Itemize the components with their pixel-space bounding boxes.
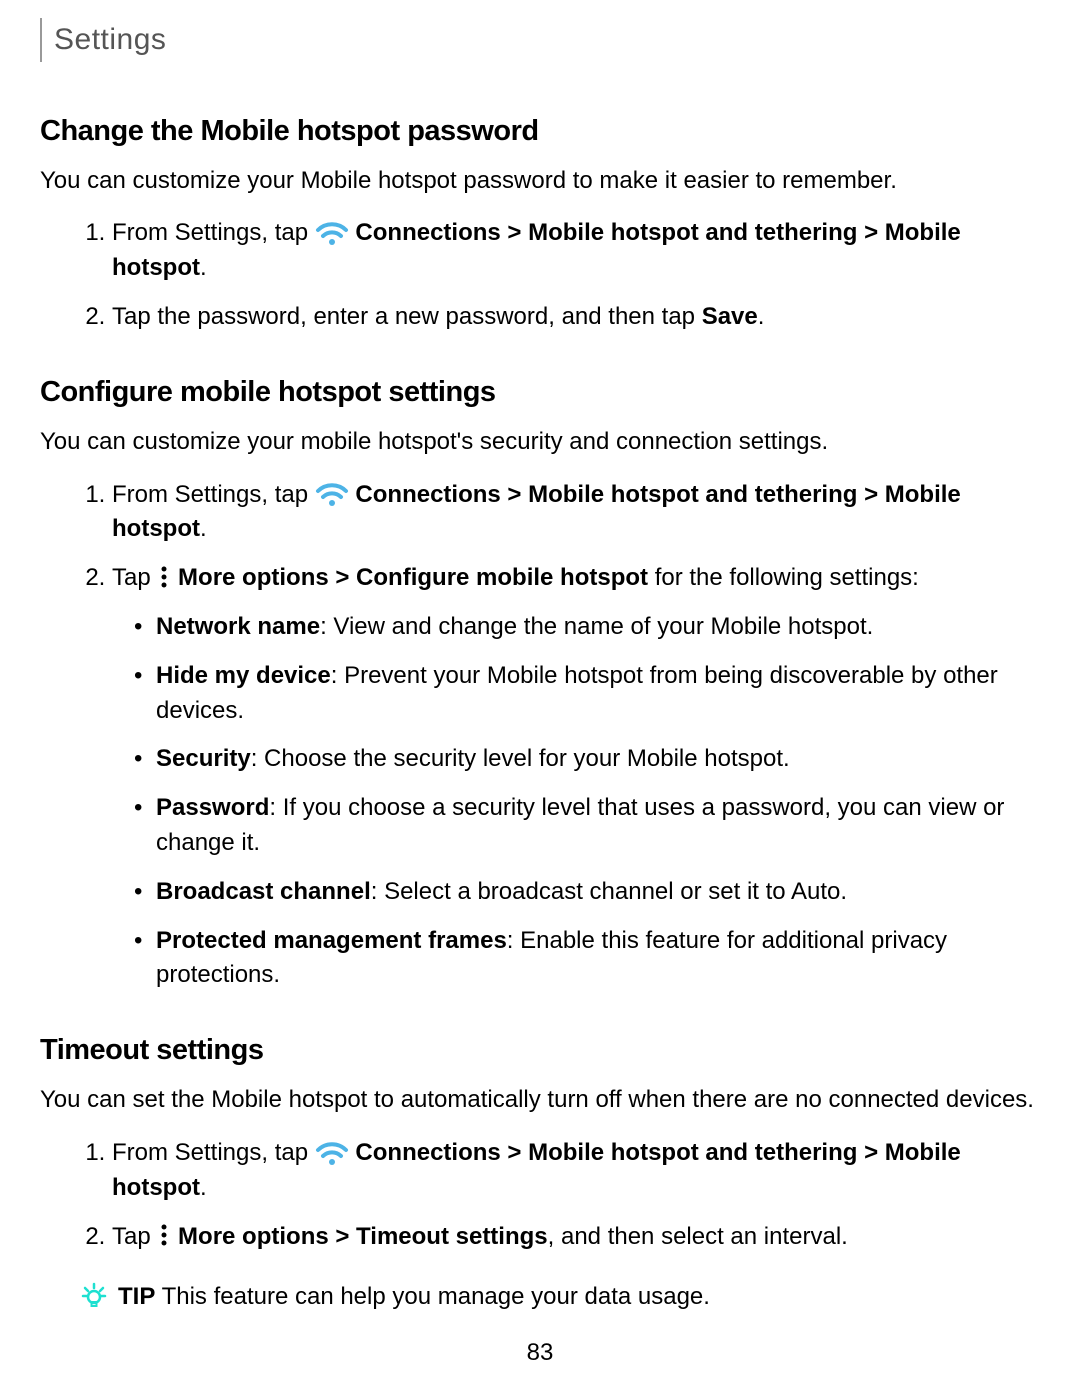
step-2: Tap More options > Timeout settings, and… [112,1220,1040,1255]
step1-prefix: From Settings, tap [112,481,315,508]
list-item: Broadcast channel: Select a broadcast ch… [140,875,1040,910]
lightbulb-icon [80,1282,108,1310]
steps-configure: From Settings, tap Connections > Mobile … [40,478,1040,994]
step2-b: > Configure mobile hotspot [329,564,648,591]
list-item: Network name: View and change the name o… [140,610,1040,645]
bullet-label: Protected management frames [156,927,507,954]
header-title: Settings [54,18,1040,62]
wifi-icon [315,479,349,507]
bullet-text: : Choose the security level for your Mob… [251,745,790,772]
tip-label: TIP [118,1283,155,1310]
bullet-label: Password [156,794,269,821]
period: . [200,515,207,542]
wifi-icon [315,1138,349,1166]
steps-change-password: From Settings, tap Connections > Mobile … [40,216,1040,334]
section-timeout: Timeout settings You can set the Mobile … [40,1029,1040,1315]
step-2: Tap the password, enter a new password, … [112,300,1040,335]
steps-timeout: From Settings, tap Connections > Mobile … [40,1136,1040,1254]
bullet-text: : If you choose a security level that us… [156,794,1004,856]
intro-change-password: You can customize your Mobile hotspot pa… [40,164,1040,199]
page-header: Settings [40,18,1040,62]
step2-b: Save [702,303,758,330]
intro-timeout: You can set the Mobile hotspot to automa… [40,1083,1040,1118]
more-options-icon [157,1223,171,1247]
list-item: Protected management frames: Enable this… [140,924,1040,994]
step2-b: > Timeout settings [329,1223,548,1250]
heading-configure: Configure mobile hotspot settings [40,371,1040,413]
list-item: Security: Choose the security level for … [140,742,1040,777]
step-1: From Settings, tap Connections > Mobile … [112,1136,1040,1206]
wifi-icon [315,218,349,246]
more-options-icon [157,565,171,589]
list-item: Password: If you choose a security level… [140,791,1040,861]
period: . [200,254,207,281]
list-item: Hide my device: Prevent your Mobile hots… [140,659,1040,729]
step2-c: , and then select an interval. [548,1223,848,1250]
tip-text-wrap: TIP This feature can help you manage you… [118,1280,710,1315]
period: . [200,1174,207,1201]
heading-timeout: Timeout settings [40,1029,1040,1071]
step1-prefix: From Settings, tap [112,1139,315,1166]
intro-configure: You can customize your mobile hotspot's … [40,425,1040,460]
bullet-label: Security [156,745,251,772]
section-configure: Configure mobile hotspot settings You ca… [40,371,1040,993]
section-change-password: Change the Mobile hotspot password You c… [40,110,1040,335]
step2-a: Tap [112,1223,157,1250]
bullet-text: : Select a broadcast channel or set it t… [371,878,847,905]
tip-row: TIP This feature can help you manage you… [40,1280,1040,1315]
more-options-label: More options [178,1223,329,1250]
bullet-label: Hide my device [156,662,331,689]
step-2: Tap More options > Configure mobile hots… [112,561,1040,993]
step-1: From Settings, tap Connections > Mobile … [112,216,1040,286]
more-options-label: More options [178,564,329,591]
page-number: 83 [0,1336,1080,1371]
tip-text: This feature can help you manage your da… [155,1283,710,1310]
step1-prefix: From Settings, tap [112,219,315,246]
bullet-list: Network name: View and change the name o… [112,610,1040,993]
heading-change-password: Change the Mobile hotspot password [40,110,1040,152]
bullet-label: Network name [156,613,320,640]
bullet-text: : View and change the name of your Mobil… [320,613,873,640]
step2-c: for the following settings: [648,564,919,591]
step2-a: Tap the password, enter a new password, … [112,303,702,330]
step2-c: . [758,303,765,330]
step-1: From Settings, tap Connections > Mobile … [112,478,1040,548]
step2-a: Tap [112,564,157,591]
bullet-label: Broadcast channel [156,878,371,905]
